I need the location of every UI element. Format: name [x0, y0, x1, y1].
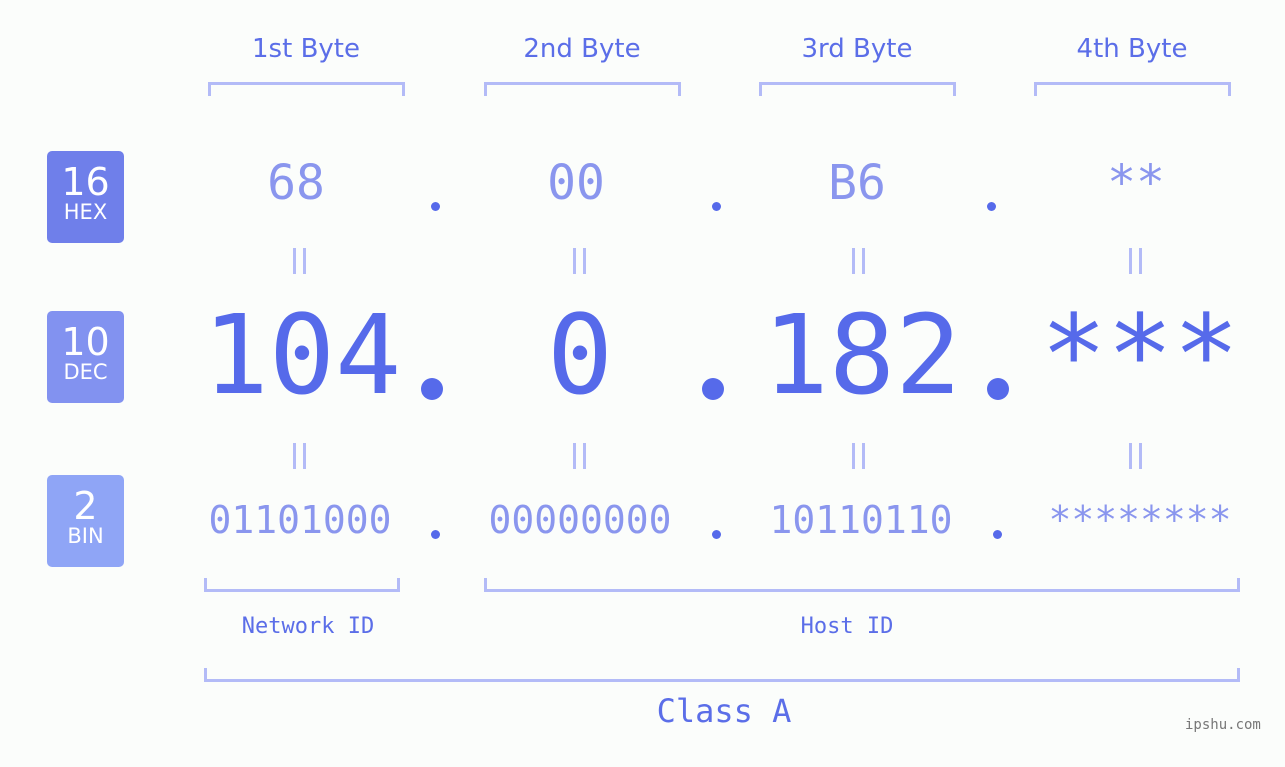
dec-separator-dot: [702, 378, 724, 400]
equals-icon: [852, 248, 865, 274]
equals-icon: [1129, 443, 1142, 469]
equals-icon: [573, 248, 586, 274]
hex-badge-label: HEX: [63, 200, 108, 224]
hex-badge: 16 HEX: [47, 151, 124, 243]
equals-icon: [573, 443, 586, 469]
hex-byte-1: 68: [267, 155, 325, 211]
hex-separator-dot: [712, 202, 721, 211]
hex-separator-dot: [431, 202, 440, 211]
class-bracket: [204, 668, 1240, 682]
dec-byte-4: ***: [1040, 291, 1240, 419]
hex-byte-3: B6: [828, 155, 886, 211]
bin-badge-label: BIN: [67, 524, 104, 548]
watermark: ipshu.com: [1185, 717, 1261, 733]
hex-separator-dot: [987, 202, 996, 211]
equals-icon: [852, 443, 865, 469]
bin-separator-dot: [993, 530, 1002, 539]
byte-header-3: 3rd Byte: [801, 34, 913, 64]
byte-bracket-3: [759, 82, 956, 96]
hex-badge-number: 16: [61, 160, 110, 204]
dec-byte-1: 104: [202, 291, 402, 419]
byte-bracket-1: [208, 82, 405, 96]
dec-separator-dot: [987, 378, 1009, 400]
host-id-bracket: [484, 578, 1240, 592]
hex-byte-2: 00: [547, 155, 605, 211]
dec-byte-3: 182: [762, 291, 962, 419]
host-id-label: Host ID: [800, 614, 894, 639]
byte-header-4: 4th Byte: [1076, 34, 1188, 64]
bin-separator-dot: [712, 530, 721, 539]
dec-separator-dot: [421, 378, 443, 400]
equals-icon: [1129, 248, 1142, 274]
hex-byte-4: **: [1107, 155, 1165, 211]
dec-byte-2: 0: [546, 291, 614, 419]
byte-bracket-4: [1034, 82, 1231, 96]
bin-separator-dot: [431, 530, 440, 539]
byte-bracket-2: [484, 82, 681, 96]
dec-badge: 10 DEC: [47, 311, 124, 403]
equals-icon: [293, 248, 306, 274]
bin-badge-number: 2: [73, 484, 98, 528]
dec-badge-label: DEC: [63, 360, 108, 384]
class-label: Class A: [656, 692, 792, 730]
network-id-bracket: [204, 578, 400, 592]
byte-header-1: 1st Byte: [252, 34, 360, 64]
equals-icon: [293, 443, 306, 469]
bin-badge: 2 BIN: [47, 475, 124, 567]
bin-byte-4: ********: [1048, 498, 1232, 542]
bin-byte-1: 01101000: [208, 498, 392, 542]
byte-header-2: 2nd Byte: [523, 34, 641, 64]
bin-byte-3: 10110110: [769, 498, 953, 542]
dec-badge-number: 10: [61, 320, 110, 364]
bin-byte-2: 00000000: [488, 498, 672, 542]
network-id-label: Network ID: [241, 614, 375, 639]
